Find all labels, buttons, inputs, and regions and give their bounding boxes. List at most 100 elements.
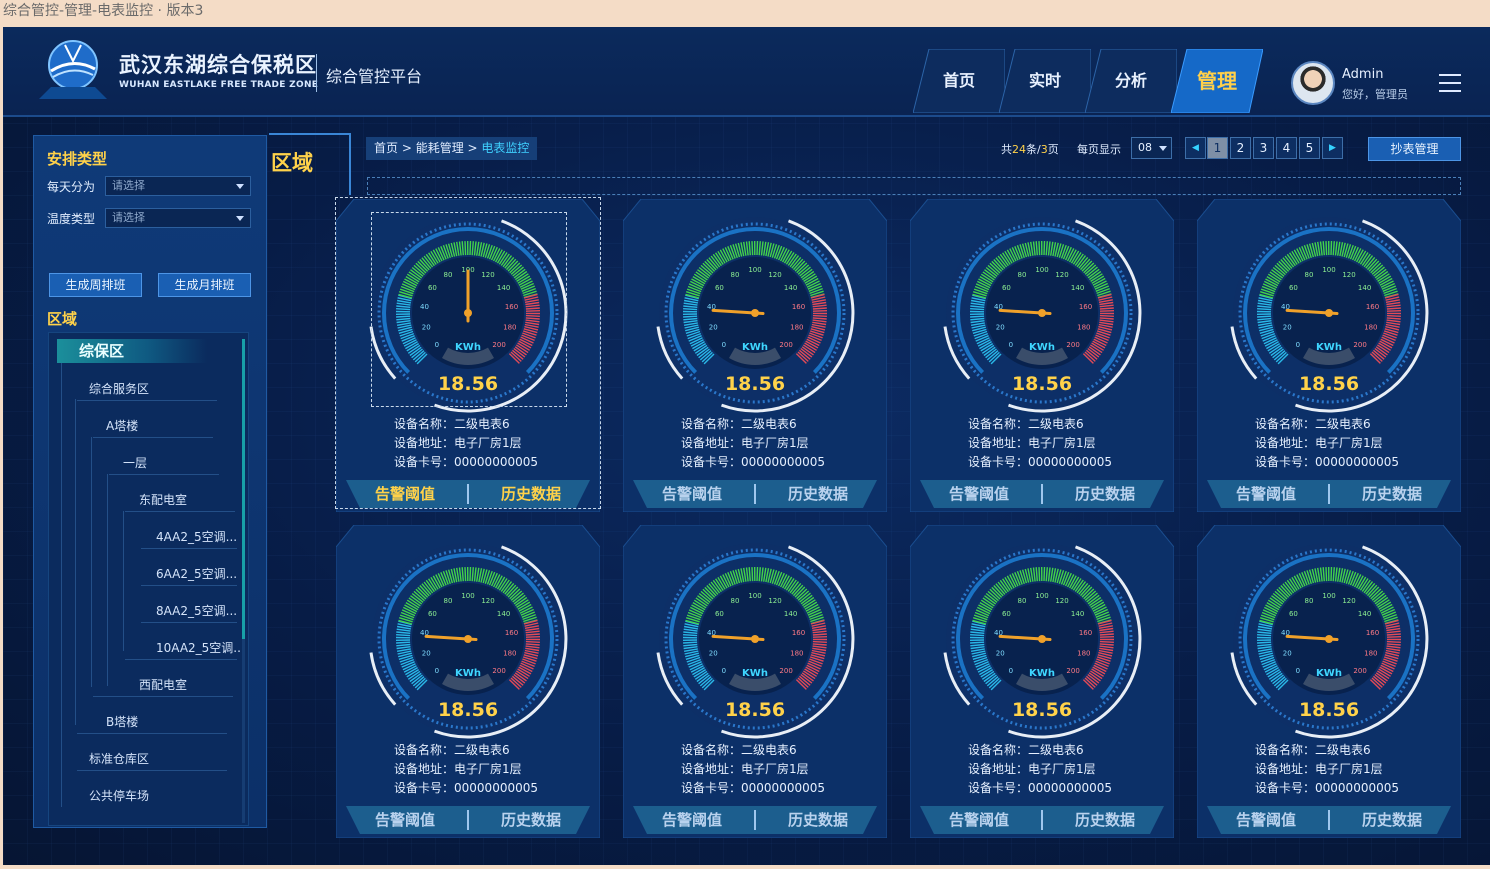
tree-item[interactable]: 公共停车场 [89, 787, 149, 804]
alarm-threshold-button[interactable]: 告警阈值 [1207, 806, 1325, 834]
page-button[interactable]: 2 [1230, 137, 1251, 159]
meter-card[interactable]: 020406080100120140160180200KWh18.56设备名称：… [1197, 525, 1461, 838]
card-actions: 告警阈值 历史数据 [633, 806, 877, 834]
device-card-number: 设备卡号：00000000005 [1255, 781, 1399, 795]
tree-item[interactable]: 10AA2_5空调... [156, 639, 245, 656]
schedule-type-title: 安排类型 [47, 150, 108, 168]
per-page-select[interactable]: 08 [1131, 137, 1172, 159]
breadcrumb-current: 电表监控 [481, 141, 530, 155]
user-greeting: 您好，管理员 [1342, 88, 1408, 101]
meter-card[interactable]: 020406080100120140160180200KWh18.56设备名称：… [1197, 199, 1461, 512]
generate-month-schedule-button[interactable]: 生成月排班 [158, 273, 251, 297]
prev-page-button[interactable]: ◀ [1185, 137, 1206, 159]
alarm-threshold-button[interactable]: 告警阈值 [346, 806, 464, 834]
header: 武汉东湖综合保税区 WUHAN EASTLAKE FREE TRADE ZONE… [3, 27, 1490, 117]
region-tree: 综保区 综合服务区 A塔楼 一层 东配电室 4AA2_5空调... 6AA2_5… [48, 332, 249, 826]
gauge-tick-label: 140 [1358, 284, 1371, 292]
gauge-tick-label: 120 [768, 597, 781, 605]
history-data-button[interactable]: 历史数据 [1333, 806, 1451, 834]
meter-card[interactable]: 020406080100120140160180200KWh18.56设备名称：… [335, 197, 601, 512]
tree-item[interactable]: 8AA2_5空调... [156, 602, 237, 619]
gauge-tick-label: 60 [1289, 284, 1298, 292]
gauge-unit: KWh [1029, 668, 1055, 679]
alarm-threshold-button[interactable]: 告警阈值 [920, 480, 1038, 508]
card-actions: 告警阈值 历史数据 [920, 806, 1164, 834]
gauge-tick-label: 200 [1066, 667, 1079, 675]
card-actions: 告警阈值 历史数据 [1207, 806, 1451, 834]
tree-item[interactable]: 4AA2_5空调... [156, 528, 237, 545]
gauge-tick-label: 140 [1071, 284, 1084, 292]
app-window: 武汉东湖综合保税区 WUHAN EASTLAKE FREE TRADE ZONE… [3, 27, 1490, 865]
alarm-threshold-button[interactable]: 告警阈值 [920, 806, 1038, 834]
alarm-threshold-button[interactable]: 告警阈值 [633, 806, 751, 834]
gauge-tick-label: 180 [1364, 324, 1377, 332]
chevron-down-icon [1159, 146, 1167, 151]
history-data-button[interactable]: 历史数据 [1046, 806, 1164, 834]
tree-item[interactable]: A塔楼 [106, 417, 138, 434]
tree-scrollbar[interactable] [242, 339, 245, 823]
page-button[interactable]: 1 [1207, 137, 1228, 159]
tree-item[interactable]: 西配电室 [139, 676, 187, 693]
meter-gauge: 020406080100120140160180200KWh18.56 [369, 543, 568, 739]
divider [754, 810, 756, 830]
gauge-tick-label: 180 [1077, 324, 1090, 332]
alarm-threshold-button[interactable]: 告警阈值 [1207, 480, 1325, 508]
gauge-tick-label: 120 [1342, 597, 1355, 605]
tree-item[interactable]: B塔楼 [106, 713, 138, 730]
meter-reading-button[interactable]: 抄表管理 [1368, 137, 1461, 161]
meter-card[interactable]: 020406080100120140160180200KWh18.56设备名称：… [623, 199, 887, 512]
meter-card[interactable]: 020406080100120140160180200KWh18.56设备名称：… [910, 199, 1174, 512]
page-button[interactable]: 3 [1253, 137, 1274, 159]
nav-tab-manage[interactable]: 管理 [1171, 49, 1263, 113]
gauge-tick-label: 160 [1366, 303, 1379, 311]
page-button[interactable]: 5 [1299, 137, 1320, 159]
tree-item[interactable]: 一层 [123, 454, 147, 471]
page-button[interactable]: 4 [1276, 137, 1297, 159]
generate-week-schedule-button[interactable]: 生成周排班 [49, 273, 142, 297]
gauge-tick-label: 200 [1066, 341, 1079, 349]
alarm-threshold-button[interactable]: 告警阈值 [633, 480, 751, 508]
tree-root-item[interactable]: 综保区 [57, 339, 207, 363]
meter-card[interactable]: 020406080100120140160180200KWh18.56设备名称：… [336, 525, 600, 838]
tree-item[interactable]: 综合服务区 [89, 380, 149, 397]
breadcrumb-parent[interactable]: 能耗管理 [416, 141, 464, 155]
menu-icon[interactable] [1439, 74, 1461, 92]
gauge-tick-label: 0 [1009, 341, 1013, 349]
tree-item[interactable]: 标准仓库区 [89, 750, 149, 767]
temperature-type-select[interactable]: 请选择 [105, 208, 251, 228]
meter-gauge: 020406080100120140160180200KWh18.56 [1230, 543, 1429, 739]
avatar[interactable] [1291, 61, 1335, 105]
breadcrumb: 首页 > 能耗管理 > 电表监控 [366, 137, 538, 160]
gauge-unit: KWh [1029, 342, 1055, 353]
nav-tab-home[interactable]: 首页 [913, 49, 1005, 113]
nav-tab-label: 分析 [1114, 71, 1147, 90]
sidebar: 安排类型 每天分为 请选择 温度类型 请选择 生成周排班 生成月排班 区域 综保… [33, 135, 267, 828]
history-data-button[interactable]: 历史数据 [1333, 480, 1451, 508]
meter-card[interactable]: 020406080100120140160180200KWh18.56设备名称：… [910, 525, 1174, 838]
history-data-button[interactable]: 历史数据 [472, 806, 590, 834]
tree-item[interactable]: 东配电室 [139, 491, 187, 508]
history-data-button[interactable]: 历史数据 [759, 480, 877, 508]
next-page-button[interactable]: ▶ [1322, 137, 1343, 159]
history-data-button[interactable]: 历史数据 [759, 806, 877, 834]
gauge-value: 18.56 [1299, 699, 1359, 721]
gauge-tick-label: 100 [461, 592, 474, 600]
device-name: 设备名称：二级电表6 [968, 417, 1084, 431]
breadcrumb-home[interactable]: 首页 [374, 141, 398, 155]
history-data-button[interactable]: 历史数据 [1046, 480, 1164, 508]
nav-tab-analysis[interactable]: 分析 [1085, 49, 1177, 113]
gauge-tick-label: 180 [790, 650, 803, 658]
daily-split-select[interactable]: 请选择 [105, 176, 251, 196]
gauge-tick-label: 80 [444, 597, 453, 605]
gauge-tick-label: 0 [1296, 667, 1300, 675]
meter-card[interactable]: 020406080100120140160180200KWh18.56设备名称：… [623, 525, 887, 838]
gauge-tick-label: 200 [779, 341, 792, 349]
daily-split-placeholder: 请选择 [112, 179, 145, 192]
tree-item[interactable]: 6AA2_5空调... [156, 565, 237, 582]
nav-tab-realtime[interactable]: 实时 [999, 49, 1091, 113]
gauge-tick-label: 180 [790, 324, 803, 332]
gauge-tick-label: 160 [792, 629, 805, 637]
gauge-tick-label: 80 [1018, 271, 1027, 279]
card-actions: 告警阈值 历史数据 [633, 480, 877, 508]
gauge-tick-label: 160 [792, 303, 805, 311]
